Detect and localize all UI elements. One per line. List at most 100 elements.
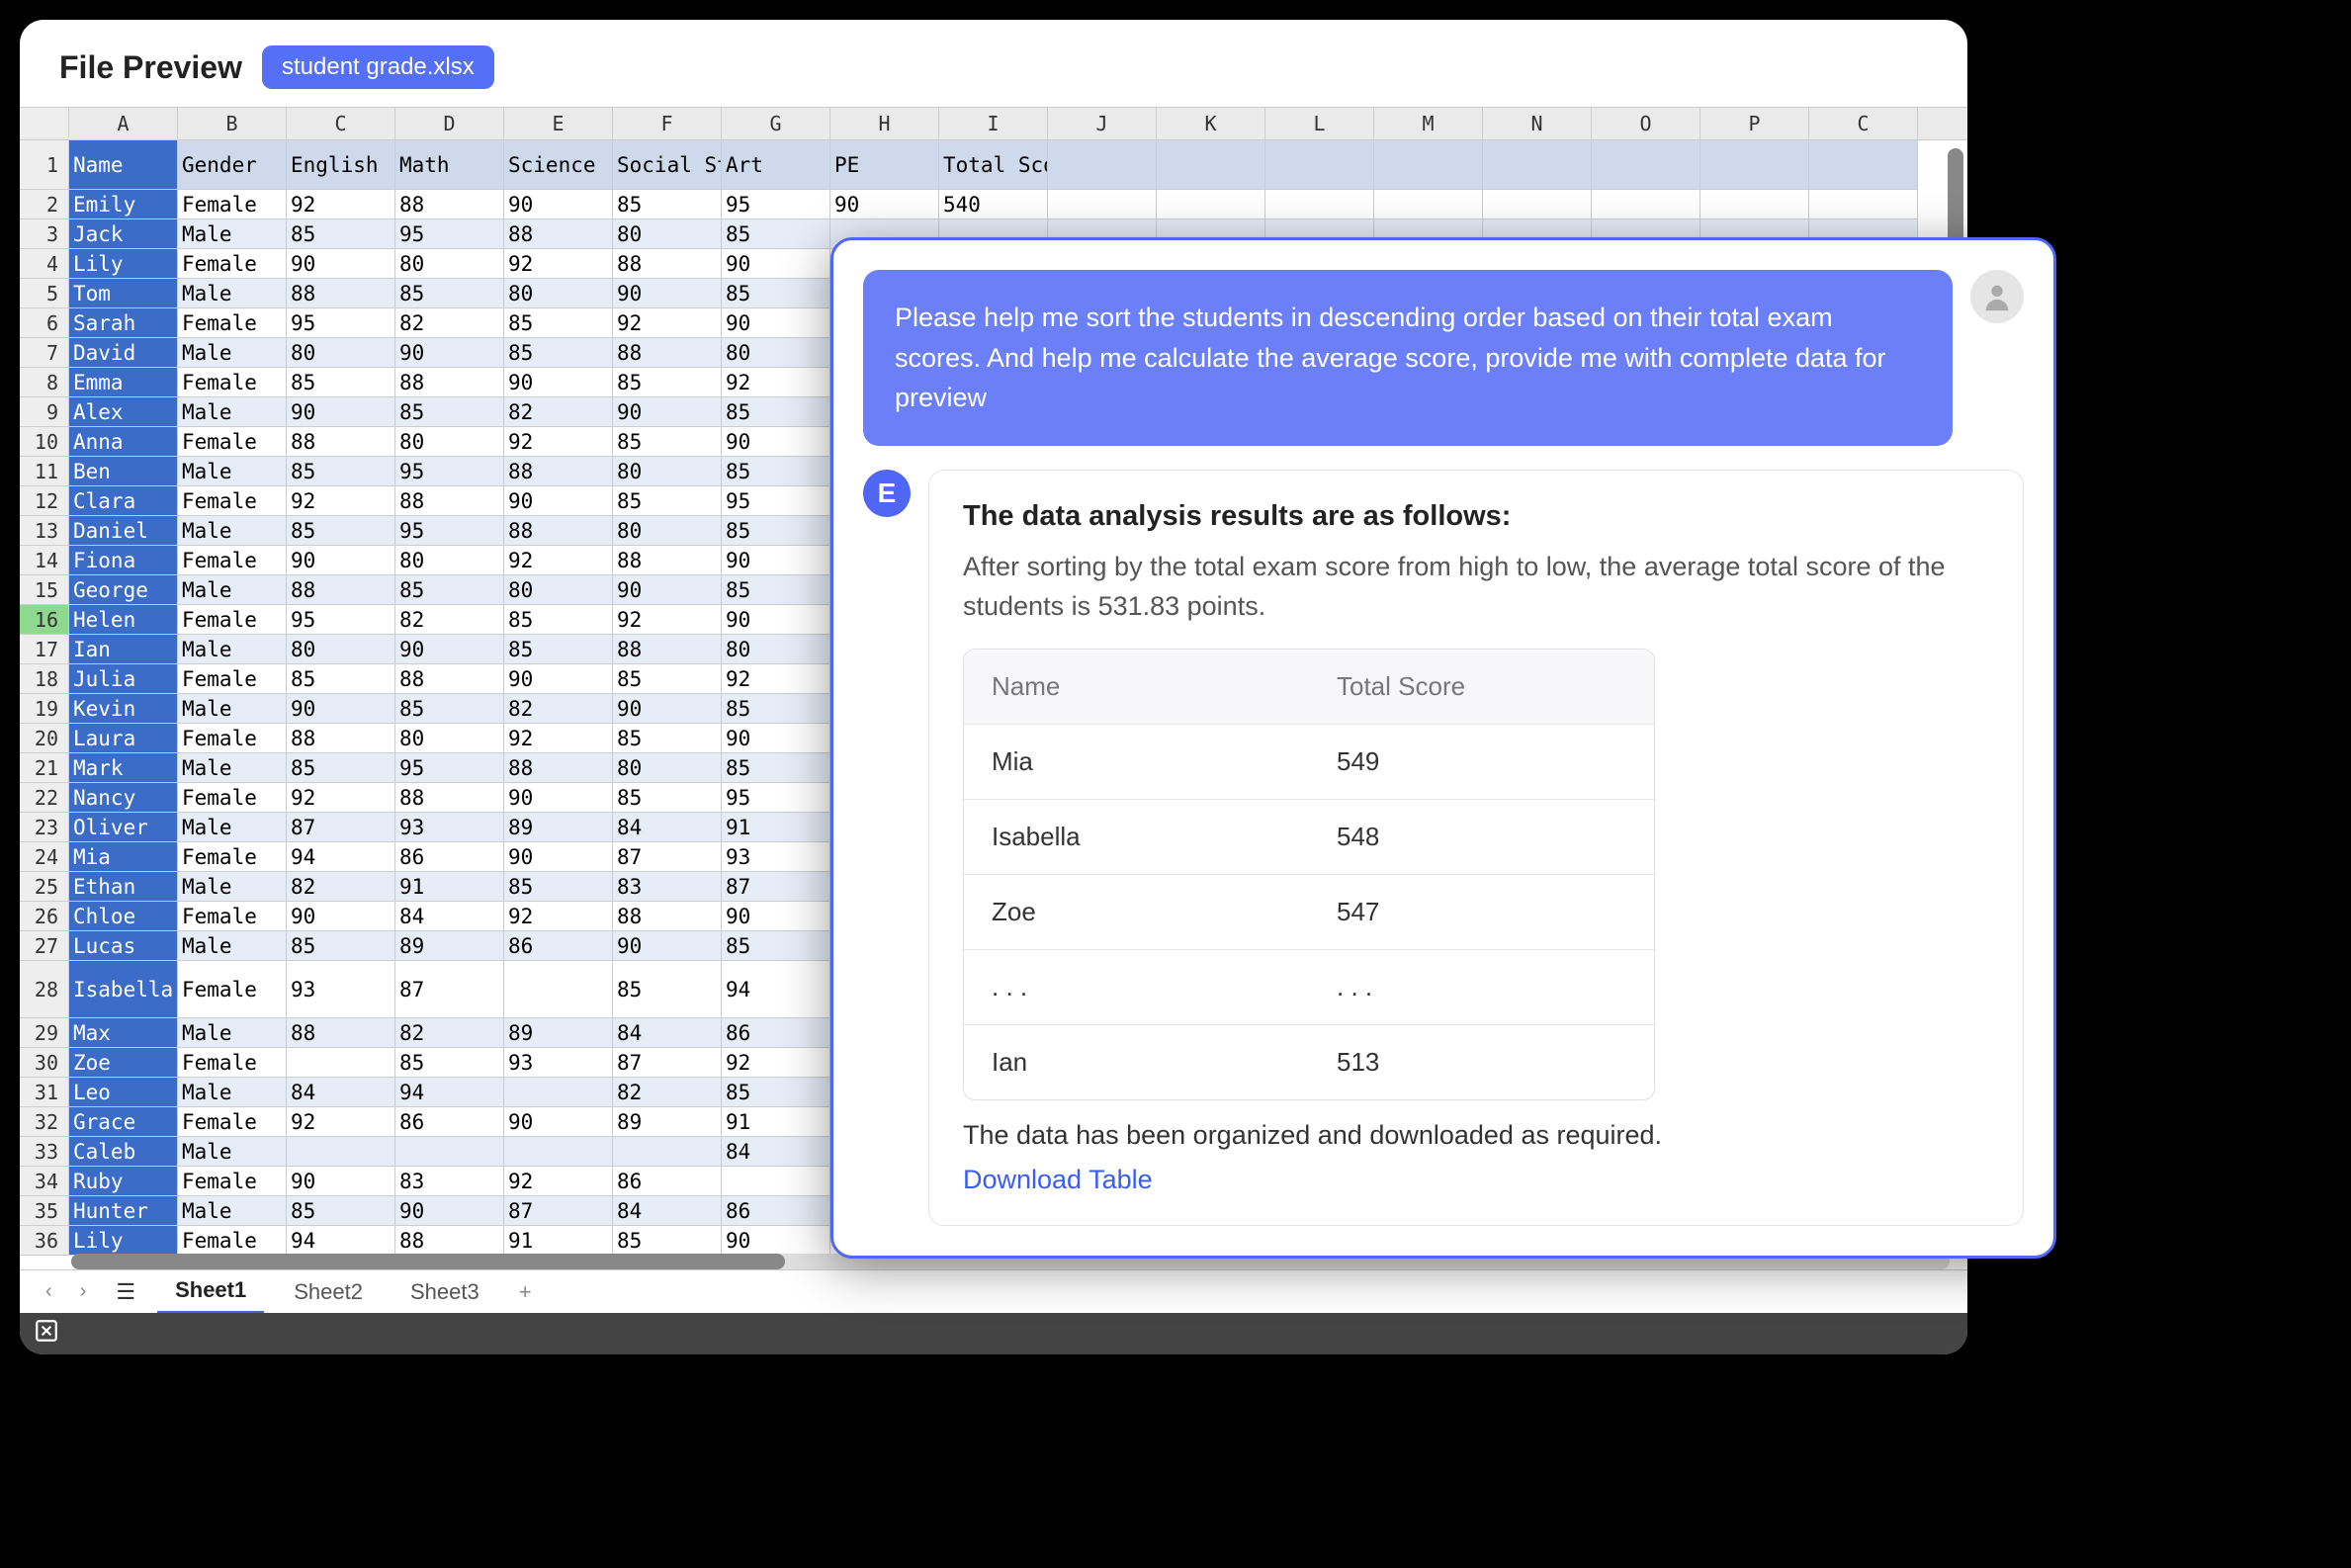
cell[interactable]: 91 [722,1107,830,1137]
cell[interactable]: Julia [69,664,178,694]
cell[interactable]: Math [395,140,504,190]
cell[interactable]: 85 [504,872,613,902]
cell[interactable]: 90 [722,427,830,457]
column-header[interactable]: J [1048,108,1157,139]
row-number[interactable]: 3 [20,219,69,249]
cell[interactable]: 85 [613,190,722,219]
cell[interactable]: 86 [504,931,613,961]
column-header[interactable]: A [69,108,178,139]
row-number[interactable]: 10 [20,427,69,457]
cell[interactable]: 88 [395,1226,504,1256]
cell[interactable]: Mia [69,842,178,872]
cell[interactable]: Nancy [69,783,178,813]
cell[interactable]: 95 [395,457,504,486]
cell[interactable]: 85 [613,427,722,457]
cell[interactable]: 88 [287,1018,395,1048]
cell[interactable] [1374,140,1483,190]
cell[interactable]: 88 [287,575,395,605]
row-number[interactable]: 24 [20,842,69,872]
cell[interactable]: 86 [613,1167,722,1196]
cell[interactable] [1265,190,1374,219]
cell[interactable]: 82 [287,872,395,902]
cell[interactable]: 90 [722,308,830,338]
cell[interactable]: 80 [722,338,830,368]
cell[interactable]: Alex [69,397,178,427]
cell[interactable]: 90 [613,694,722,724]
cell[interactable]: Zoe [69,1048,178,1078]
cell[interactable]: 89 [504,1018,613,1048]
cell[interactable]: 85 [287,753,395,783]
cell[interactable]: 85 [504,338,613,368]
cell[interactable]: Female [178,190,287,219]
cell[interactable]: Male [178,694,287,724]
cell[interactable]: 88 [287,279,395,308]
cell[interactable]: 85 [395,694,504,724]
cell[interactable]: Male [178,1078,287,1107]
cell[interactable]: 90 [613,397,722,427]
cell[interactable]: Female [178,902,287,931]
row-number[interactable]: 28 [20,961,69,1018]
cell[interactable]: 86 [722,1018,830,1048]
cell[interactable]: 87 [722,872,830,902]
cell[interactable]: 94 [722,961,830,1018]
cell[interactable]: 86 [722,1196,830,1226]
cell[interactable]: 88 [287,427,395,457]
cell[interactable]: 90 [287,249,395,279]
cell[interactable] [722,1167,830,1196]
cell[interactable]: Male [178,516,287,546]
cell[interactable]: Male [178,872,287,902]
cell[interactable]: Male [178,753,287,783]
cell[interactable]: 92 [504,546,613,575]
cell[interactable]: Lily [69,249,178,279]
cell[interactable]: Male [178,931,287,961]
cell[interactable]: Female [178,605,287,635]
column-header[interactable]: H [830,108,939,139]
cell[interactable]: Female [178,486,287,516]
cell[interactable]: 92 [613,605,722,635]
cell[interactable]: 93 [722,842,830,872]
cell[interactable]: 87 [395,961,504,1018]
cell[interactable]: Clara [69,486,178,516]
cell[interactable]: 88 [613,249,722,279]
cell[interactable] [1483,190,1592,219]
cell[interactable] [1483,140,1592,190]
cell[interactable] [504,1137,613,1167]
sheets-menu-icon[interactable]: ☰ [106,1279,145,1305]
cell[interactable]: 85 [722,219,830,249]
cell[interactable]: 87 [504,1196,613,1226]
cell[interactable] [1592,140,1700,190]
cell[interactable]: Lucas [69,931,178,961]
download-link[interactable]: Download Table [963,1165,1989,1195]
cell[interactable]: Female [178,664,287,694]
row-number[interactable]: 4 [20,249,69,279]
column-header[interactable]: F [613,108,722,139]
cell[interactable]: Total Score [939,140,1048,190]
cell[interactable]: 90 [504,486,613,516]
cell[interactable]: 85 [287,931,395,961]
cell[interactable] [504,1078,613,1107]
cell[interactable]: 85 [287,219,395,249]
column-header[interactable]: P [1700,108,1809,139]
cell[interactable]: Helen [69,605,178,635]
cell[interactable]: 90 [722,1226,830,1256]
cell[interactable]: 80 [722,635,830,664]
row-number[interactable]: 11 [20,457,69,486]
column-header[interactable]: M [1374,108,1483,139]
cell[interactable]: Isabella [69,961,178,1018]
cell[interactable]: 92 [504,724,613,753]
cell[interactable]: 85 [287,516,395,546]
cell[interactable]: 90 [504,190,613,219]
cell[interactable]: 85 [395,279,504,308]
cell[interactable]: 84 [613,813,722,842]
cell[interactable]: 85 [613,1226,722,1256]
cell[interactable]: 95 [395,219,504,249]
cell[interactable]: 80 [287,635,395,664]
column-header[interactable]: B [178,108,287,139]
cell[interactable]: Female [178,724,287,753]
sheet-tab[interactable]: Sheet3 [392,1271,497,1313]
cell[interactable]: 80 [395,249,504,279]
cell[interactable]: 95 [395,753,504,783]
cell[interactable]: 80 [613,457,722,486]
cell[interactable] [287,1137,395,1167]
cell[interactable]: 80 [395,546,504,575]
